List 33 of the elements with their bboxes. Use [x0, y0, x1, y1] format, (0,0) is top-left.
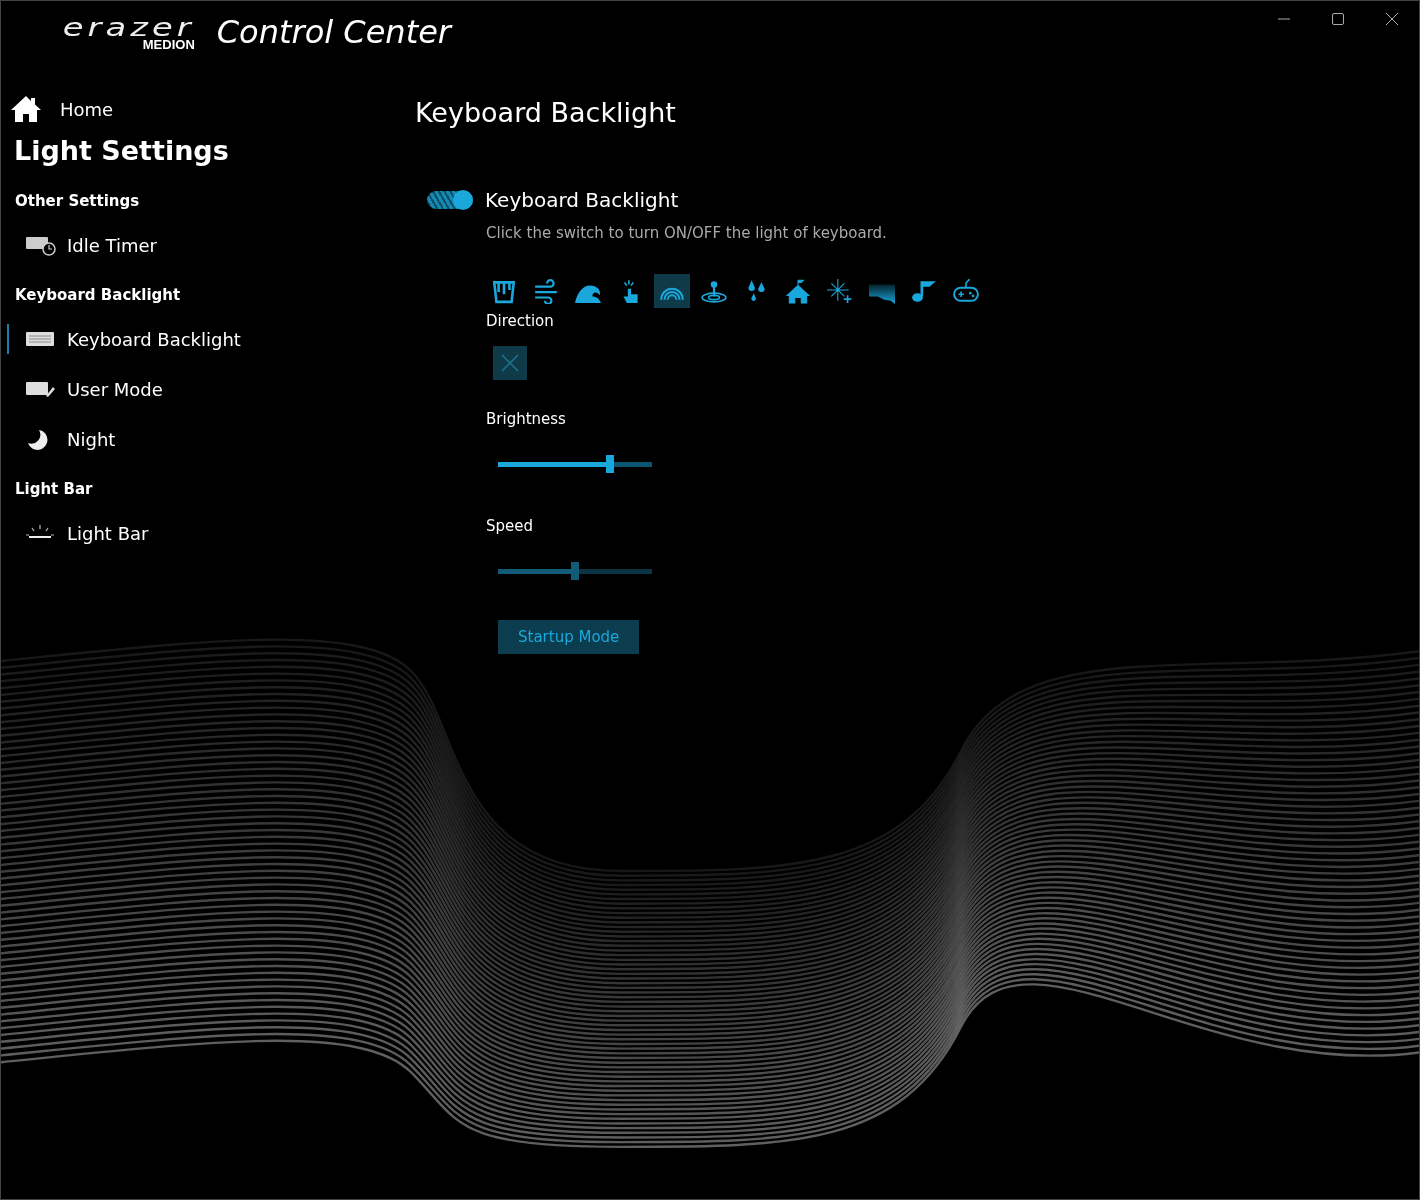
nav-item[interactable]: Idle Timer — [7, 230, 157, 260]
window-title: Control Center — [216, 13, 451, 51]
section-heading: Light Bar — [15, 480, 93, 498]
page-heading: Light Settings — [14, 135, 229, 166]
brand-subtitle: MEDION — [142, 38, 195, 51]
switch-label: Keyboard Backlight — [485, 188, 679, 212]
paint-icon — [491, 278, 517, 304]
close-icon — [501, 354, 519, 372]
slider-label: Brightness — [486, 410, 566, 428]
section-title: Keyboard Backlight — [415, 97, 676, 128]
music-icon — [911, 278, 937, 304]
hint-text: Click the switch to turn ON/OFF the light of keyboard. — [486, 224, 887, 242]
ripple-icon — [701, 278, 727, 304]
backlight-switch[interactable] — [427, 191, 473, 209]
slider-label: Speed — [486, 517, 534, 535]
nav-item[interactable]: Keyboard Backlight — [7, 324, 241, 354]
nav-item[interactable]: User Mode — [7, 374, 163, 404]
house-icon — [10, 95, 42, 123]
startup-mode-button[interactable]: Startup Mode — [498, 620, 640, 654]
slider-thumb[interactable] — [606, 455, 615, 473]
direction-label: Direction — [486, 312, 554, 330]
section-heading: Other Settings — [15, 192, 140, 210]
nav-item[interactable]: Light Bar — [7, 518, 149, 548]
nav-item[interactable]: Night — [7, 424, 116, 454]
stars-icon — [827, 278, 853, 304]
brand-logo: erazer — [62, 15, 195, 40]
effect-option[interactable] — [654, 274, 690, 308]
wind-icon — [533, 278, 559, 304]
game-icon — [953, 278, 979, 304]
maximize-icon[interactable] — [1332, 13, 1344, 25]
home-link[interactable]: Home — [1, 65, 114, 123]
close-icon[interactable] — [1386, 13, 1398, 25]
section-heading: Keyboard Backlight — [15, 286, 181, 304]
